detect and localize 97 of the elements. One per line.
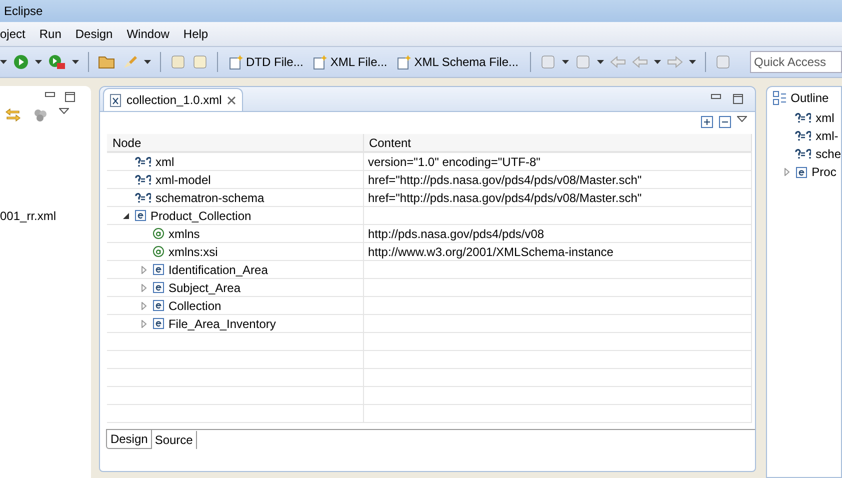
outline-item[interactable]: sche bbox=[766, 145, 841, 163]
column-header[interactable]: Content bbox=[363, 134, 752, 152]
element-icon bbox=[135, 210, 146, 221]
new-file-icon bbox=[313, 54, 328, 70]
node-content: href="http://pds.nasa.gov/pds4/pds/v08/Master.sch" bbox=[368, 190, 642, 204]
close-icon[interactable] bbox=[226, 96, 236, 104]
outline-item[interactable]: Proc bbox=[766, 163, 841, 181]
quick-access-field[interactable]: Quick Access bbox=[750, 51, 842, 73]
node-content: http://www.w3.org/2001/XMLSchema-instance bbox=[368, 244, 614, 258]
tree-row[interactable]: Collection bbox=[107, 296, 752, 314]
xml-file-icon bbox=[110, 94, 122, 106]
new-file-icon bbox=[397, 54, 412, 70]
menu-item[interactable]: Window bbox=[120, 27, 176, 41]
outline-label: sche bbox=[816, 147, 841, 161]
outline-item[interactable]: xml bbox=[766, 109, 841, 127]
new-file-icon bbox=[229, 54, 243, 70]
folder-icon[interactable] bbox=[98, 55, 116, 69]
collapse-all-icon[interactable] bbox=[718, 116, 731, 128]
view-title[interactable]: Outline bbox=[790, 91, 829, 105]
outline-label: Proc bbox=[812, 165, 836, 179]
node-name: Product_Collection bbox=[150, 208, 252, 222]
dropdown-icon[interactable] bbox=[562, 60, 569, 64]
tree-row[interactable]: xml version="1.0" encoding="UTF-8" bbox=[107, 152, 752, 170]
dropdown-icon[interactable] bbox=[688, 60, 696, 64]
element-icon bbox=[153, 300, 164, 311]
tree-row[interactable]: File_Area_Inventory bbox=[107, 314, 752, 332]
node-name: xmlns:xsi bbox=[168, 244, 218, 258]
node-name: File_Area_Inventory bbox=[168, 316, 276, 330]
expand-toggle-icon[interactable] bbox=[782, 168, 791, 176]
outline-label: xml bbox=[816, 111, 834, 125]
maximize-icon[interactable] bbox=[732, 94, 743, 104]
tree-row[interactable]: xml-model href="http://pds.nasa.gov/pds4/pds/v08/Master.sch" bbox=[107, 170, 752, 188]
dropdown-icon[interactable] bbox=[654, 60, 661, 64]
processing-instruction-icon bbox=[135, 156, 152, 166]
outline-icon bbox=[772, 91, 787, 105]
tree-row[interactable]: Identification_Area bbox=[107, 260, 752, 278]
attribute-icon bbox=[153, 246, 164, 257]
editor-tab[interactable]: collection_1.0.xml bbox=[103, 88, 243, 111]
run-external-icon[interactable] bbox=[48, 54, 66, 70]
view-menu-icon[interactable] bbox=[736, 116, 747, 122]
new-file-button[interactable]: XML Schema File... bbox=[395, 54, 521, 70]
node-name: schematron-schema bbox=[155, 190, 264, 204]
node-content: version="1.0" encoding="UTF-8" bbox=[368, 154, 540, 168]
processing-instruction-icon bbox=[794, 131, 811, 141]
element-icon bbox=[153, 264, 164, 275]
run-icon[interactable] bbox=[13, 54, 29, 70]
node-name: xml bbox=[155, 154, 174, 168]
expand-toggle-icon[interactable] bbox=[140, 302, 148, 310]
processing-instruction-icon bbox=[794, 149, 811, 159]
file-name[interactable]: 001_rr.xml bbox=[0, 209, 56, 223]
outline-item[interactable]: xml- bbox=[766, 127, 841, 145]
window-title: Eclipse bbox=[4, 4, 43, 18]
new-file-button[interactable]: XML File... bbox=[311, 54, 390, 70]
expand-toggle-icon[interactable] bbox=[140, 284, 148, 292]
menu-item[interactable]: Design bbox=[68, 27, 120, 41]
tree-row[interactable]: Subject_Area bbox=[107, 278, 752, 296]
node-content: href="http://pds.nasa.gov/pds4/pds/v08/Master.sch" bbox=[368, 172, 642, 186]
menu-item[interactable]: Help bbox=[176, 27, 216, 41]
dropdown-icon[interactable] bbox=[35, 60, 42, 64]
new-file-button[interactable]: DTD File... bbox=[227, 54, 306, 70]
menu-item[interactable]: oject bbox=[0, 27, 32, 41]
column-header[interactable]: Node bbox=[107, 134, 364, 152]
cluster-icon[interactable] bbox=[33, 108, 47, 122]
outline-label: xml- bbox=[816, 129, 838, 143]
tree-row[interactable]: xmlns http://pds.nasa.gov/pds4/pds/v08 bbox=[107, 224, 752, 242]
menu-item[interactable]: Run bbox=[32, 27, 68, 41]
maximize-icon[interactable] bbox=[65, 92, 76, 102]
expand-all-icon[interactable] bbox=[700, 116, 713, 128]
dropdown-icon[interactable] bbox=[72, 60, 79, 64]
view-menu-icon[interactable] bbox=[59, 108, 69, 114]
processing-instruction-icon bbox=[794, 113, 811, 123]
node-name: Collection bbox=[168, 298, 222, 312]
node-content: http://pds.nasa.gov/pds4/pds/v08 bbox=[368, 226, 544, 240]
tree-row[interactable]: schematron-schema href="http://pds.nasa.gov/pds4/pds/v08/Master.sch" bbox=[107, 188, 752, 206]
attribute-icon bbox=[153, 228, 164, 239]
dropdown-icon[interactable] bbox=[144, 60, 151, 64]
element-icon bbox=[796, 166, 807, 178]
node-name: Subject_Area bbox=[168, 280, 241, 294]
tab-label: collection_1.0.xml bbox=[126, 93, 222, 107]
element-icon bbox=[153, 282, 164, 293]
node-name: xmlns bbox=[168, 226, 200, 240]
element-icon bbox=[153, 318, 164, 329]
processing-instruction-icon bbox=[135, 192, 152, 202]
sync-arrows-icon[interactable] bbox=[5, 108, 21, 122]
minimize-icon[interactable] bbox=[45, 92, 56, 97]
tree-row[interactable]: xmlns:xsi http://www.w3.org/2001/XMLSchema-instance bbox=[107, 242, 752, 260]
expand-toggle-icon[interactable] bbox=[140, 320, 148, 328]
tree-row[interactable]: Product_Collection bbox=[107, 206, 752, 224]
processing-instruction-icon bbox=[135, 174, 152, 184]
node-name: Identification_Area bbox=[168, 262, 268, 276]
expand-toggle-icon[interactable] bbox=[122, 212, 130, 220]
node-name: xml-model bbox=[155, 172, 211, 186]
expand-toggle-icon[interactable] bbox=[140, 266, 148, 274]
dropdown-icon[interactable] bbox=[0, 60, 7, 64]
editor-mode-tab[interactable]: Design bbox=[106, 430, 152, 449]
dropdown-icon[interactable] bbox=[596, 60, 604, 64]
minimize-icon[interactable] bbox=[710, 94, 721, 99]
